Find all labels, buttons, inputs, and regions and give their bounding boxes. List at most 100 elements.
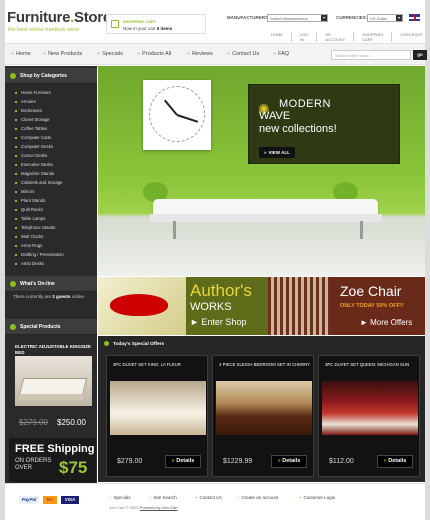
sofa-leg: [173, 221, 176, 239]
currencies-label: CURRENCIES:: [336, 15, 368, 20]
nav-products-all[interactable]: Products All: [137, 51, 171, 57]
top-links: HOME LOG IN MY ACCOUNT SHOPPING CART CHE…: [263, 32, 430, 42]
category-item[interactable]: Closet Storage: [14, 117, 49, 122]
more-offers-link[interactable]: ► More Offers: [360, 318, 412, 327]
special-product-title[interactable]: ELECTRIC ADJUSTABLE KINGSIZE BED: [15, 344, 95, 356]
striped-chair-image[interactable]: [268, 277, 330, 335]
powered-by-link[interactable]: Powered by Zen Cart: [140, 505, 178, 510]
special-old-price: $279.00: [19, 418, 48, 427]
free-shipping-amount: $75: [59, 458, 88, 477]
top-link-account[interactable]: MY ACCOUNT: [316, 32, 353, 42]
footer-link-customer-login[interactable]: Customer Login: [299, 495, 336, 500]
collection-banner[interactable]: ✺ MODERN WAVE new collections! VIEW ALL: [248, 84, 400, 164]
currencies-select[interactable]: US Dollar ▾: [367, 14, 403, 22]
category-item[interactable]: Table Lamps: [14, 216, 45, 221]
details-button[interactable]: Details: [377, 455, 413, 468]
cart-summary: Now in your cart 5 items: [123, 26, 173, 31]
category-item[interactable]: Artist Desks: [15, 261, 44, 266]
product-price: $1229.99: [223, 458, 253, 465]
visa-icon: VISA: [61, 496, 79, 504]
cart-box[interactable]: SHOPPING CART Now in your cart 5 items: [106, 14, 206, 34]
paypal-icon: PayPal: [19, 496, 39, 504]
top-link-cart[interactable]: SHOPPING CART: [353, 32, 391, 42]
category-item[interactable]: Wall Clocks: [14, 234, 43, 239]
top-link-home[interactable]: HOME: [263, 32, 291, 42]
category-item[interactable]: Plant Stands: [14, 198, 45, 203]
category-item[interactable]: Computer Desks: [15, 144, 53, 149]
category-item[interactable]: Armoire: [14, 99, 36, 104]
banner-line1: MODERN: [279, 98, 331, 110]
product-title[interactable]: 3PC DUVET SET KING: LA FLEUR: [113, 362, 205, 368]
category-item[interactable]: Home Furniture: [15, 90, 51, 95]
promo-row: Author's WORKS ► Enter Shop Zoe Chair ON…: [98, 277, 425, 335]
product-image[interactable]: [110, 381, 206, 435]
category-item[interactable]: Computer Carts: [14, 135, 51, 140]
special-new-price: $250.00: [57, 418, 86, 427]
product-card: 3PC DUVET SET KING: LA FLEUR $279.00 Det…: [106, 355, 208, 477]
footer-link-specials[interactable]: Specials: [109, 495, 131, 500]
cart-icon: [111, 20, 119, 28]
category-item[interactable]: Mirrors: [14, 189, 34, 194]
sofa-leg: [360, 221, 363, 239]
category-item[interactable]: Bookcases: [14, 108, 42, 113]
category-item[interactable]: Corner Desks: [14, 153, 47, 158]
view-all-button[interactable]: VIEW ALL: [259, 147, 295, 158]
free-shipping-banner[interactable]: FREE Shipping ON ORDERS OVER $75: [9, 438, 96, 482]
free-shipping-text: ON ORDERS OVER: [15, 458, 52, 471]
zoe-title: Zoe Chair: [340, 283, 402, 299]
category-item[interactable]: Arms Rugs: [14, 243, 42, 248]
page: Furniture.Store the best online furnitur…: [5, 0, 427, 520]
category-item[interactable]: Quilt Racks: [15, 207, 43, 212]
online-status: There currently are 2 guests online.: [13, 294, 86, 299]
special-products-heading: Special Products: [5, 319, 97, 335]
nav-faq[interactable]: FAQ: [273, 51, 289, 57]
footer-link-contact[interactable]: Contact Us: [195, 495, 222, 500]
zoe-chair-banner[interactable]: Zoe Chair ONLY TODAY 50% OFF!! ► More Of…: [330, 277, 425, 335]
zoe-offer: ONLY TODAY 50% OFF!!: [340, 303, 404, 309]
top-link-login[interactable]: LOG IN: [291, 32, 316, 42]
nav-specials[interactable]: Specials: [97, 51, 123, 57]
category-item[interactable]: Magazine Stands: [14, 171, 54, 176]
footer: PayPal MC VISA Specials Site Search Cont…: [5, 483, 425, 520]
enter-shop-link[interactable]: ► Enter Shop: [190, 317, 246, 327]
nav-contact-us[interactable]: Contact Us: [227, 51, 259, 57]
product-price: $279.00: [117, 458, 143, 465]
special-product-image[interactable]: [15, 356, 92, 406]
nav-home[interactable]: Home: [11, 51, 31, 57]
specials-heading: Today's Special Offers: [104, 341, 164, 347]
category-item[interactable]: Cabinets and Storage: [15, 180, 63, 185]
details-button[interactable]: Details: [271, 455, 307, 468]
category-item[interactable]: Executive Desks: [15, 162, 53, 167]
hero-banner: ✺ MODERN WAVE new collections! VIEW ALL: [98, 66, 425, 276]
category-item[interactable]: Coffee Tables: [14, 126, 47, 131]
top-link-checkout[interactable]: CHECKOUT: [391, 32, 430, 42]
footer-link-site-search[interactable]: Site Search: [149, 495, 177, 500]
details-button[interactable]: Details: [165, 455, 201, 468]
product-title[interactable]: 4 PIECE SLEIGH BEDROOM SET IN CHERRY: [219, 362, 311, 368]
manufacturers-select[interactable]: Select Manufacturers ▾: [267, 14, 328, 22]
mastercard-icon: MC: [43, 496, 57, 504]
online-heading: What's On-line: [5, 276, 97, 292]
category-item[interactable]: Telephone Stands: [14, 225, 55, 230]
site-tagline: the best online furniture store: [8, 27, 80, 33]
product-image[interactable]: [322, 381, 418, 435]
site-logo[interactable]: Furniture.Store: [7, 9, 111, 26]
authors-works-banner[interactable]: Author's WORKS ► Enter Shop: [186, 277, 268, 335]
nav-reviews[interactable]: Reviews: [187, 51, 213, 57]
lips-sofa-image[interactable]: [98, 277, 186, 335]
search-input[interactable]: Search entire store...: [331, 50, 411, 60]
footer-link-create-account[interactable]: Create an account: [237, 495, 279, 500]
categories-heading: Shop by Categories: [5, 68, 97, 84]
product-title[interactable]: 3PC DUVET SET QUEEN: MICHIGAN SUN: [325, 362, 417, 368]
copyright: Zen Cart © 2009 Powered by Zen Cart: [109, 505, 178, 510]
search-go-button[interactable]: go: [413, 50, 427, 60]
product-image[interactable]: [216, 381, 312, 435]
nav-new-products[interactable]: New Products: [43, 51, 82, 57]
product-card: 4 PIECE SLEIGH BEDROOM SET IN CHERRY $12…: [212, 355, 314, 477]
authors-title: Author's: [190, 281, 252, 300]
category-item[interactable]: Drafting / Presentation: [15, 252, 64, 257]
banner-line3: new collections!: [259, 123, 337, 135]
chevron-down-icon: ▾: [321, 15, 327, 21]
uk-flag-icon[interactable]: [409, 14, 420, 21]
manufacturers-label: MANUFACTURERS:: [227, 15, 270, 20]
